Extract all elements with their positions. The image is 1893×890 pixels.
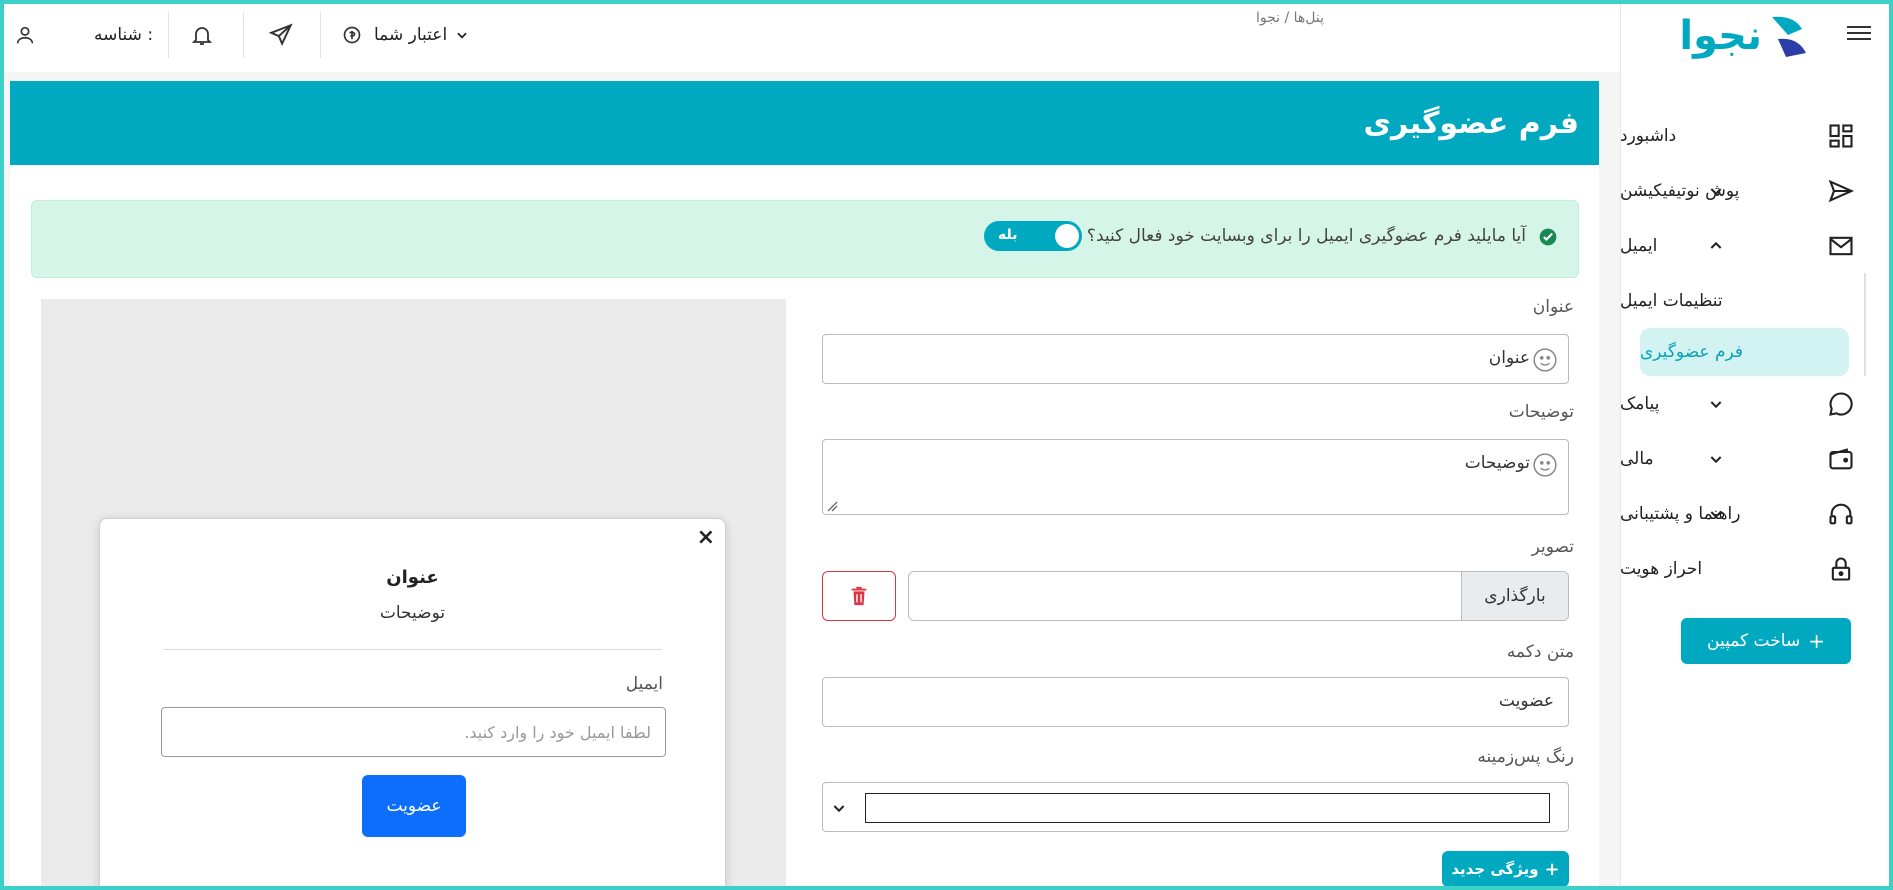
headset-icon (1829, 503, 1853, 525)
sidebar-subitem-label: فرم عضوگیری (1640, 342, 1744, 362)
sidebar-item-support[interactable]: راهنما و پشتیبانی (1620, 486, 1893, 541)
activation-toggle[interactable]: بله (984, 221, 1082, 251)
description-label: توضیحات (1508, 402, 1574, 422)
button-text-value: عضویت (1498, 691, 1554, 711)
topbar-divider (243, 12, 244, 58)
sidebar-item-label: مالی (1620, 448, 1654, 469)
description-value: توضیحات (1464, 453, 1530, 473)
chevron-down-icon (457, 32, 467, 39)
breadcrumb[interactable]: پنل‌ها / نجوا (1204, 10, 1324, 26)
paper-plane-icon (268, 23, 293, 47)
email-submenu: تنظیمات ایمیل فرم عضوگیری (1620, 273, 1866, 376)
chevron-up-icon (1710, 241, 1722, 249)
hamburger-menu-icon[interactable] (1847, 22, 1871, 42)
preview-email-label: ایمیل (625, 674, 663, 694)
bg-color-select[interactable] (822, 782, 1569, 832)
bg-color-label: رنگ پس‌زمینه (1477, 747, 1574, 767)
chevron-down-icon (833, 805, 845, 813)
mail-icon (1829, 236, 1853, 256)
bell-icon (191, 27, 213, 45)
image-upload-field[interactable]: بارگذاری (908, 571, 1569, 621)
sidebar-subitem-email-settings[interactable]: تنظیمات ایمیل (1620, 273, 1864, 328)
top-bar: شناسه : اعتبار شما پنل‌ها / نجوا (0, 0, 1620, 72)
sidebar-item-dashboard[interactable]: داشبورد (1620, 108, 1893, 163)
preview-divider (163, 649, 662, 650)
user-label: شناسه : (94, 25, 154, 45)
toggle-knob (1055, 224, 1079, 248)
color-swatch (865, 793, 1550, 823)
logo-text: نجوا (1679, 13, 1762, 59)
emoji-icon[interactable] (1532, 452, 1558, 478)
sidebar-item-email[interactable]: ایمیل (1620, 218, 1893, 273)
preview-modal: × عنوان توضیحات ایمیل عضویت (99, 518, 726, 890)
toggle-label: بله (998, 227, 1018, 243)
preview-submit-button[interactable]: عضویت (362, 775, 466, 837)
topbar-divider (320, 12, 321, 58)
button-text-input[interactable]: عضویت (822, 677, 1569, 727)
sidebar-item-label: پیامک (1620, 393, 1660, 414)
activation-alert: آیا مایلید فرم عضوگیری ایمیل را برای وبس… (31, 200, 1579, 278)
credit-dropdown[interactable]: اعتبار شما (342, 10, 469, 60)
button-text-label: متن دکمه (1506, 642, 1574, 662)
sidebar-subitem-label: تنظیمات ایمیل (1620, 290, 1723, 311)
delete-image-button[interactable] (822, 571, 896, 621)
chevron-down-icon (1710, 401, 1722, 409)
sidebar: نجوا داشبورد پوش نوتیفیکیشن ایمیل تنظیما… (1620, 0, 1893, 890)
check-circle-icon (1539, 228, 1557, 246)
title-input[interactable]: عنوان (822, 334, 1569, 384)
plus-icon: + (1544, 858, 1560, 880)
sidebar-item-finance[interactable]: مالی (1620, 431, 1893, 486)
sidebar-item-label: داشبورد (1620, 125, 1677, 146)
user-icon (16, 26, 34, 44)
notifications-button[interactable] (190, 10, 214, 60)
lock-icon (1831, 557, 1851, 581)
sidebar-item-sms[interactable]: پیامک (1620, 376, 1893, 431)
chevron-down-icon (1710, 456, 1722, 464)
plus-icon: + (1808, 629, 1825, 653)
send-icon (1828, 179, 1855, 203)
chat-icon (1829, 392, 1853, 416)
page-title: فرم عضوگیری (10, 81, 1599, 165)
create-campaign-label: ساخت کمپین (1707, 631, 1801, 651)
credit-coin-icon (343, 26, 361, 44)
close-icon[interactable]: × (697, 525, 715, 550)
app-logo[interactable]: نجوا (1670, 8, 1810, 64)
title-value: عنوان (1488, 348, 1530, 368)
emoji-icon[interactable] (1532, 347, 1558, 373)
user-menu[interactable]: شناسه : (14, 10, 153, 60)
sidebar-item-label: ایمیل (1620, 235, 1658, 256)
logo-mark-icon (1772, 16, 1806, 57)
title-label: عنوان (1532, 297, 1574, 317)
create-campaign-button[interactable]: ساخت کمپین + (1681, 618, 1851, 664)
preview-description: توضیحات (379, 603, 446, 623)
trash-icon (851, 586, 867, 606)
credit-label: اعتبار شما (374, 25, 448, 45)
resize-grip-icon[interactable] (826, 500, 838, 512)
telegram-button[interactable] (268, 10, 294, 60)
topbar-divider (168, 12, 169, 58)
sidebar-item-label: احراز هویت (1620, 558, 1703, 579)
sidebar-item-push-notification[interactable]: پوش نوتیفیکیشن (1620, 163, 1893, 218)
preview-title: عنوان (386, 567, 439, 588)
sidebar-nav: داشبورد پوش نوتیفیکیشن ایمیل تنظیمات ایم… (1620, 108, 1893, 596)
alert-text: آیا مایلید فرم عضوگیری ایمیل را برای وبس… (1086, 226, 1526, 246)
description-textarea[interactable]: توضیحات (822, 439, 1569, 515)
wallet-icon (1829, 448, 1853, 470)
chevron-down-icon (1710, 188, 1722, 196)
form-preview-area: × عنوان توضیحات ایمیل عضویت (41, 299, 786, 890)
sidebar-subitem-signup-form[interactable]: فرم عضوگیری (1640, 328, 1849, 376)
new-feature-button[interactable]: ویژگی جدید + (1442, 851, 1569, 887)
upload-button[interactable]: بارگذاری (1461, 572, 1568, 620)
signup-form-card: فرم عضوگیری آیا مایلید فرم عضوگیری ایمیل… (10, 81, 1599, 890)
preview-email-input[interactable] (161, 707, 666, 757)
chevron-down-icon (1710, 511, 1722, 519)
sidebar-item-verification[interactable]: احراز هویت (1620, 541, 1893, 596)
dashboard-icon (1829, 124, 1853, 148)
new-feature-label: ویژگی جدید (1451, 860, 1539, 878)
image-label: تصویر (1531, 537, 1574, 557)
